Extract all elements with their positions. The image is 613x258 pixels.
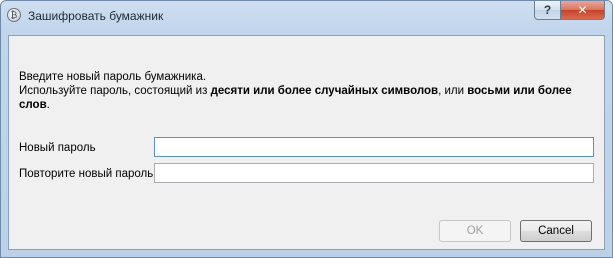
help-icon: ?	[543, 3, 552, 17]
caption-buttons: ? ✕	[534, 1, 605, 21]
close-button[interactable]: ✕	[561, 1, 605, 20]
warning-text-suffix: .	[46, 99, 50, 111]
cancel-button[interactable]: Cancel	[520, 220, 592, 242]
warning-line-1: Введите новый пароль бумажника.	[19, 71, 207, 83]
repeat-password-field[interactable]	[154, 163, 594, 183]
ok-button[interactable]: OK	[439, 220, 511, 242]
new-password-label: Новый пароль	[19, 142, 96, 154]
title-bar[interactable]: ₿ Зашифровать бумажник ? ✕	[1, 1, 612, 31]
repeat-password-label: Повторите новый пароль	[19, 168, 154, 180]
warning-line-2: Используйте пароль, состоящий из десяти …	[19, 84, 599, 112]
warning-text-middle: , или	[438, 85, 468, 97]
new-password-field[interactable]	[154, 137, 594, 157]
encrypt-wallet-dialog: ₿ Зашифровать бумажник ? ✕ Введите новый…	[0, 0, 613, 258]
passphrase-warning: Введите новый пароль бумажника. Использу…	[19, 70, 599, 112]
window-title: Зашифровать бумажник	[28, 9, 164, 23]
warning-emphasis-chars: десяти или более случайных символов	[210, 85, 439, 97]
app-icon: ₿	[7, 8, 21, 22]
close-icon: ✕	[577, 3, 588, 17]
warning-text-prefix: Используйте пароль, состоящий из	[19, 85, 211, 97]
help-button[interactable]: ?	[534, 1, 561, 20]
dialog-body: Введите новый пароль бумажника. Использу…	[8, 35, 605, 250]
